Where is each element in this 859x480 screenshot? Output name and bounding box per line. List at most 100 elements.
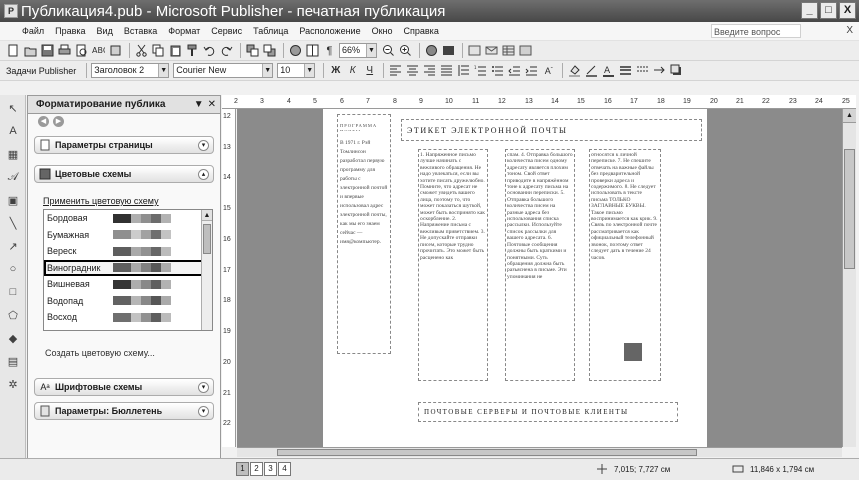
bold-icon[interactable]: Ж	[328, 63, 343, 78]
line-style-icon[interactable]	[618, 63, 633, 78]
print-icon[interactable]	[57, 43, 72, 58]
show-hide-boundaries-icon[interactable]	[441, 43, 456, 58]
font-size-combo[interactable]: 10 ▼	[277, 63, 316, 78]
vertical-ruler[interactable]: 12 13 14 15 16 17 18 19 20 21 22	[222, 109, 236, 447]
web-toolbar-icon[interactable]	[467, 43, 482, 58]
scheme-list-scrollbar[interactable]: ▲	[201, 210, 212, 330]
line-color-icon[interactable]	[584, 63, 599, 78]
close-button[interactable]: X	[839, 2, 856, 19]
select-objects-icon[interactable]: ↖	[3, 98, 23, 118]
scroll-thumb[interactable]	[203, 224, 211, 254]
menu-table[interactable]: Таблица	[253, 26, 288, 36]
scroll-thumb[interactable]	[277, 449, 697, 456]
chevron-down-icon[interactable]: ▼	[366, 44, 376, 57]
align-center-icon[interactable]	[405, 63, 420, 78]
print-preview-icon[interactable]	[74, 43, 89, 58]
menu-view[interactable]: Вид	[97, 26, 113, 36]
hotspot-icon[interactable]: ◆	[3, 328, 23, 348]
horizontal-ruler[interactable]: 2 3 4 5 6 7 8 9 10 11 12 13 14 15 16 17 18 19 20 21 22 23 24 25	[222, 95, 856, 109]
bring-to-front-icon[interactable]	[245, 43, 260, 58]
hyperlink-icon[interactable]	[288, 43, 303, 58]
page-tab[interactable]: 3	[264, 462, 277, 476]
dash-style-icon[interactable]	[635, 63, 650, 78]
chevron-up-icon[interactable]: ▴	[198, 169, 209, 180]
page-tab[interactable]: 2	[250, 462, 263, 476]
menu-arrange[interactable]: Расположение	[299, 26, 360, 36]
publisher-icon[interactable]: P	[4, 4, 18, 18]
underline-icon[interactable]: Ч	[362, 63, 377, 78]
color-scheme-item[interactable]: Бумажная	[44, 227, 212, 244]
document-canvas[interactable]: ПРОГРАММА ПОЧТЫ В 1971 г. Рэй Томлинсон …	[237, 109, 842, 447]
color-schemes-section[interactable]: Цветовые схемы ▴	[34, 165, 214, 183]
font-schemes-section[interactable]: Aa Шрифтовые схемы ▾	[34, 378, 214, 396]
scroll-thumb[interactable]	[844, 149, 855, 269]
numbering-icon[interactable]: 1	[473, 63, 488, 78]
open-icon[interactable]	[23, 43, 38, 58]
zoom-out-icon[interactable]	[381, 43, 396, 58]
font-size-up-icon[interactable]: Aˆ	[541, 63, 556, 78]
arrow-style-icon[interactable]	[652, 63, 667, 78]
paragraph-marks-icon[interactable]: ¶	[322, 43, 337, 58]
bulletin-params-section[interactable]: Параметры: Бюллетень ▾	[34, 402, 214, 420]
color-scheme-item[interactable]: Вереск	[44, 243, 212, 260]
color-scheme-item[interactable]: Бордовая	[44, 210, 212, 227]
table-icon[interactable]	[501, 43, 516, 58]
task-pane-close-icon[interactable]: ✕	[208, 99, 216, 110]
increase-indent-icon[interactable]	[524, 63, 539, 78]
scroll-up-icon[interactable]: ▲	[202, 210, 212, 221]
menu-file[interactable]: Файл	[22, 26, 44, 36]
horizontal-scrollbar[interactable]	[237, 447, 842, 457]
page-tab[interactable]: 1	[236, 462, 249, 476]
picture-icon[interactable]	[518, 43, 533, 58]
font-color-icon[interactable]: A	[601, 63, 616, 78]
menu-format[interactable]: Формат	[168, 26, 200, 36]
create-color-scheme-link[interactable]: Создать цветовую схему...	[45, 348, 155, 358]
cut-icon[interactable]	[134, 43, 149, 58]
chevron-down-icon[interactable]: ▾	[198, 140, 209, 151]
color-scheme-item[interactable]: Восход	[44, 309, 212, 326]
page-params-section[interactable]: Параметры страницы ▾	[34, 136, 214, 154]
fill-color-icon[interactable]	[567, 63, 582, 78]
task-pane-menu-icon[interactable]: ▼	[194, 99, 204, 110]
scroll-up-icon[interactable]: ▲	[843, 109, 856, 123]
undo-icon[interactable]	[202, 43, 217, 58]
color-scheme-item-selected[interactable]: Виноградник	[44, 259, 212, 276]
justify-icon[interactable]	[439, 63, 454, 78]
design-gallery-icon[interactable]: ▤	[3, 351, 23, 371]
maximize-button[interactable]: □	[820, 2, 837, 19]
menu-insert[interactable]: Вставка	[124, 26, 157, 36]
font-combo[interactable]: Courier New ▼	[173, 63, 274, 78]
rectangle-icon[interactable]: □	[3, 282, 23, 302]
format-painter-icon[interactable]	[185, 43, 200, 58]
chevron-down-icon[interactable]: ▾	[198, 382, 209, 393]
menu-edit[interactable]: Правка	[55, 26, 85, 36]
color-scheme-item[interactable]: Водопад	[44, 293, 212, 310]
chevron-down-icon[interactable]: ▼	[262, 64, 273, 77]
menu-window[interactable]: Окно	[372, 26, 393, 36]
oval-icon[interactable]: ○	[3, 259, 23, 279]
zoom-in-icon[interactable]	[398, 43, 413, 58]
page-tab[interactable]: 4	[278, 462, 291, 476]
picture-frame-icon[interactable]: ▣	[3, 190, 23, 210]
paste-icon[interactable]	[168, 43, 183, 58]
autoshapes-icon[interactable]: ⬠	[3, 305, 23, 325]
line-icon[interactable]: ╲	[3, 213, 23, 233]
forward-icon[interactable]: ▶	[53, 115, 64, 127]
columns-icon[interactable]	[305, 43, 320, 58]
text-box-icon[interactable]: A	[3, 121, 23, 141]
wordart-icon[interactable]: 𝒜	[3, 167, 23, 187]
chevron-down-icon[interactable]: ▾	[198, 406, 209, 417]
help-question-input[interactable]: Введите вопрос	[711, 24, 801, 38]
line-spacing-icon[interactable]	[456, 63, 471, 78]
form-control-icon[interactable]: ✲	[3, 374, 23, 394]
chevron-down-icon[interactable]: ▼	[304, 64, 315, 77]
decrease-indent-icon[interactable]	[507, 63, 522, 78]
chevron-down-icon[interactable]: ▼	[158, 64, 169, 77]
color-scheme-list[interactable]: Бордовая Бумажная Вереск Виноградник Виш…	[43, 209, 213, 331]
send-to-back-icon[interactable]	[262, 43, 277, 58]
help-icon[interactable]	[424, 43, 439, 58]
research-icon[interactable]	[108, 43, 123, 58]
vertical-scrollbar[interactable]: ▲	[842, 109, 856, 447]
menu-tools[interactable]: Сервис	[211, 26, 242, 36]
close-document-icon[interactable]: X	[846, 25, 853, 36]
